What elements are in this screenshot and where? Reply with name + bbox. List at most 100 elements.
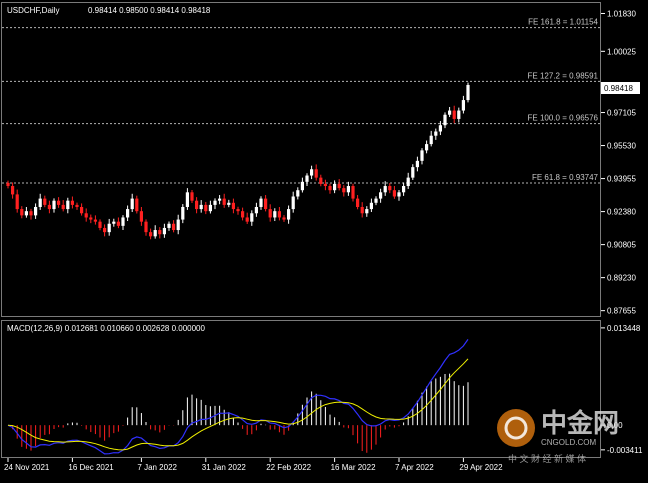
watermark-site: CNGOLD.COM — [541, 438, 596, 447]
candle-body — [291, 196, 295, 210]
candle-body — [185, 192, 189, 207]
candle-body — [268, 209, 272, 218]
candle-body — [139, 211, 143, 222]
candle-body — [112, 221, 116, 224]
candle-body — [93, 219, 97, 222]
fib-label: FE 161.8 = 1.01154 — [528, 18, 598, 27]
candle-body — [158, 230, 162, 235]
candle-body — [397, 192, 401, 197]
candle-body — [452, 110, 456, 119]
candle-body — [402, 186, 406, 193]
candle-body — [425, 144, 429, 151]
candle-body — [172, 223, 176, 231]
candle-body — [121, 217, 125, 226]
candle-body — [342, 188, 346, 193]
candle-body — [43, 198, 47, 205]
candle-body — [360, 206, 364, 214]
candle-body — [167, 223, 171, 228]
candle-body — [204, 204, 208, 212]
candle-body — [153, 230, 157, 237]
candle-body — [61, 204, 65, 210]
chart-svg: FE 161.8 = 1.01154 FE 127.2 = 0.98591 FE 1… — [0, 0, 648, 478]
candle-body — [379, 192, 383, 199]
candle-body — [176, 219, 180, 231]
candle-body — [236, 209, 240, 212]
candle-body — [241, 211, 245, 218]
candle-body — [443, 114, 447, 126]
candle-body — [273, 211, 277, 218]
macd-title: MACD(12,26,9) 0.012681 0.010660 0.002628… — [7, 324, 205, 333]
candle-body — [415, 160, 419, 168]
date-tick-label: 31 Jan 2022 — [202, 463, 247, 472]
candle-body — [227, 202, 231, 205]
candle-body — [305, 175, 309, 182]
candle-body — [337, 183, 341, 189]
candle-body — [461, 100, 465, 111]
price-tick-label: 0.93955 — [607, 175, 636, 184]
candle-body — [116, 221, 120, 226]
candle-body — [84, 213, 88, 218]
candle-body — [346, 186, 350, 193]
candle-body — [222, 198, 226, 205]
candle-body — [107, 223, 111, 233]
candle-body — [420, 150, 424, 161]
candle-body — [195, 200, 199, 210]
fib-label: FE 61.8 = 0.93747 — [532, 173, 599, 182]
candle-body — [319, 177, 323, 184]
candle-body — [333, 183, 337, 191]
candle-body — [208, 204, 212, 212]
date-tick-label: 24 Nov 2021 — [4, 463, 50, 472]
candle-body — [11, 186, 15, 195]
candle-body — [38, 198, 42, 207]
fib-label: FE 100.0 = 0.96576 — [528, 114, 599, 123]
candle-body — [374, 198, 378, 203]
fib-label: FE 127.2 = 0.98591 — [528, 71, 599, 80]
candle-body — [47, 204, 51, 210]
candle-body — [89, 217, 93, 220]
candle-body — [80, 206, 84, 214]
price-tick-label: 0.97105 — [607, 109, 636, 118]
price-tick-label: 0.95530 — [607, 142, 636, 151]
candle-body — [162, 227, 166, 235]
candle-body — [231, 202, 235, 210]
candle-body — [323, 183, 327, 187]
candle-body — [6, 182, 10, 187]
watermark-logo-icon — [497, 409, 535, 447]
candle-body — [429, 135, 433, 145]
macd-tick-label: 0.013448 — [607, 324, 641, 333]
date-tick-label: 16 Mar 2022 — [331, 463, 376, 472]
date-tick-label: 22 Feb 2022 — [266, 463, 311, 472]
candle-body — [457, 110, 461, 119]
candle-body — [126, 209, 130, 218]
candle-body — [310, 169, 314, 176]
candle-body — [213, 200, 217, 205]
candle-body — [434, 131, 438, 136]
candle-body — [296, 190, 300, 197]
candle-body — [369, 202, 373, 210]
price-tick-label: 0.92380 — [607, 208, 636, 217]
candle-body — [245, 217, 249, 222]
candle-body — [66, 200, 70, 210]
candle-body — [287, 209, 291, 220]
price-tick-label: 0.89230 — [607, 274, 636, 283]
candle-body — [438, 125, 442, 132]
candle-body — [75, 204, 79, 207]
price-tick-label: 0.87655 — [607, 307, 636, 316]
price-tick-label: 1.01830 — [607, 9, 636, 18]
ohlc-header: 0.98414 0.98500 0.98414 0.98418 — [88, 6, 211, 15]
macd-tick-label: -0.003411 — [607, 446, 643, 455]
candle-body — [383, 186, 387, 193]
candle-body — [282, 217, 286, 220]
date-tick-label: 16 Dec 2021 — [68, 463, 114, 472]
candle-body — [388, 186, 392, 191]
candle-body — [20, 209, 24, 216]
candle-body — [259, 198, 263, 207]
candle-body — [34, 206, 38, 216]
candle-body — [144, 221, 148, 233]
candle-body — [70, 200, 74, 205]
date-tick-label: 7 Apr 2022 — [395, 463, 434, 472]
candle-body — [448, 110, 452, 115]
candle-body — [254, 206, 258, 214]
candle-body — [314, 169, 318, 178]
date-tick-label: 29 Apr 2022 — [459, 463, 503, 472]
